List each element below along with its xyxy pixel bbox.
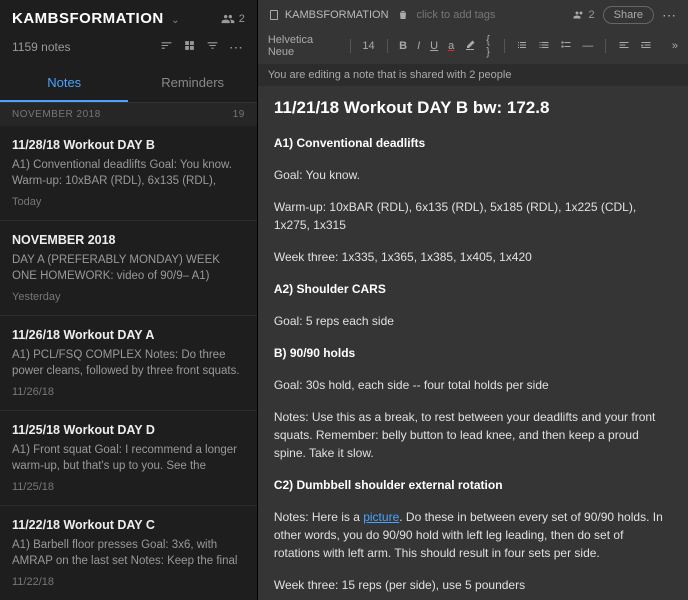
note-item-title: 11/26/18 Workout DAY A xyxy=(12,328,245,342)
expand-toolbar-icon[interactable]: » xyxy=(672,40,678,52)
hr-button[interactable]: — xyxy=(582,40,593,52)
body-text: Notes: Use this as a break, to rest betw… xyxy=(274,408,672,462)
editor-header: KAMBSFORMATION click to add tags 2 Share… xyxy=(258,0,688,30)
shared-users-indicator[interactable]: 2 xyxy=(221,12,245,26)
section-header: NOVEMBER 2018 19 xyxy=(0,103,257,126)
view-mode-icon[interactable] xyxy=(183,39,196,55)
note-item-date: 11/26/18 xyxy=(12,386,245,398)
body-text: Week three: 1x335, 1x365, 1x385, 1x405, … xyxy=(274,248,672,266)
sidebar-tabs: Notes Reminders xyxy=(0,65,257,103)
list-toolbar: ⋯ xyxy=(160,39,245,55)
note-count: 1159 notes xyxy=(12,40,71,54)
note-item-date: Today xyxy=(12,196,245,208)
notebook-icon xyxy=(268,9,280,21)
body-text: Notes: Here is a picture. Do these in be… xyxy=(274,508,672,562)
note-item-preview: DAY A (PREFERABLY MONDAY) WEEK ONE HOMEW… xyxy=(12,252,245,284)
body-text: Goal: You know. xyxy=(274,166,672,184)
notebook-name: KAMBSFORMATION xyxy=(285,9,389,21)
trash-icon[interactable] xyxy=(397,9,409,21)
note-count-row: 1159 notes ⋯ xyxy=(0,35,257,65)
font-size-select[interactable]: 14 xyxy=(362,40,374,52)
note-item[interactable]: 11/25/18 Workout DAY D A1) Front squat G… xyxy=(0,411,257,506)
underline-button[interactable]: U xyxy=(430,40,438,52)
note-item[interactable]: 11/26/18 Workout DAY A A1) PCL/FSQ COMPL… xyxy=(0,316,257,411)
color-button[interactable]: a xyxy=(448,40,454,52)
note-title[interactable]: 11/21/18 Workout DAY B bw: 172.8 xyxy=(274,98,672,118)
note-item-date: 11/25/18 xyxy=(12,481,245,493)
note-item-date: Yesterday xyxy=(12,291,245,303)
share-notice: You are editing a note that is shared wi… xyxy=(258,64,688,86)
body-heading: A2) Shoulder CARS xyxy=(274,282,386,296)
chevron-down-icon: ⌄ xyxy=(171,15,179,26)
body-text: Week three: 15 reps (per side), use 5 po… xyxy=(274,576,672,594)
editor-shared-indicator[interactable]: 2 xyxy=(573,9,595,21)
sort-icon[interactable] xyxy=(160,39,173,55)
align-button[interactable] xyxy=(618,39,630,54)
notebook-selector[interactable]: KAMBSFORMATION ⌄ xyxy=(12,10,179,27)
people-icon xyxy=(573,9,585,21)
note-item-title: 11/28/18 Workout DAY B xyxy=(12,138,245,152)
notebook-chip[interactable]: KAMBSFORMATION xyxy=(268,9,389,21)
note-item-date: 11/22/18 xyxy=(12,576,245,588)
share-button[interactable]: Share xyxy=(603,6,654,24)
note-item-title: NOVEMBER 2018 xyxy=(12,233,245,247)
tab-reminders[interactable]: Reminders xyxy=(128,65,256,102)
editor-more-icon[interactable]: ⋯ xyxy=(662,11,678,19)
sidebar-header: KAMBSFORMATION ⌄ 2 xyxy=(0,0,257,35)
code-block-button[interactable]: { } xyxy=(486,34,492,58)
shared-count: 2 xyxy=(239,13,245,25)
note-item-preview: A1) Conventional deadlifts Goal: You kno… xyxy=(12,157,245,189)
tags-input[interactable]: click to add tags xyxy=(417,9,496,21)
body-heading: B) 90/90 holds xyxy=(274,346,355,360)
note-list-sidebar: KAMBSFORMATION ⌄ 2 1159 notes ⋯ Notes Re… xyxy=(0,0,258,600)
note-item-preview: A1) Barbell floor presses Goal: 3x6, wit… xyxy=(12,537,245,569)
tab-notes[interactable]: Notes xyxy=(0,65,128,102)
body-heading: A1) Conventional deadlifts xyxy=(274,136,425,150)
body-text: Goal: 5 reps each side xyxy=(274,312,672,330)
note-body[interactable]: 11/21/18 Workout DAY B bw: 172.8 A1) Con… xyxy=(258,86,688,600)
filter-icon[interactable] xyxy=(206,39,219,55)
section-label: NOVEMBER 2018 xyxy=(12,109,101,120)
note-item[interactable]: 11/22/18 Workout DAY C A1) Barbell floor… xyxy=(0,506,257,600)
italic-button[interactable]: I xyxy=(417,40,420,52)
notebook-title: KAMBSFORMATION xyxy=(12,10,164,27)
more-options-icon[interactable]: ⋯ xyxy=(229,43,245,51)
numbered-list-button[interactable] xyxy=(538,39,550,54)
picture-link[interactable]: picture xyxy=(363,510,399,524)
note-item-preview: A1) PCL/FSQ COMPLEX Notes: Do three powe… xyxy=(12,347,245,379)
body-text: Warm-up: 10xBAR (RDL), 6x135 (RDL), 5x18… xyxy=(274,198,672,234)
note-item-preview: A1) Front squat Goal: I recommend a long… xyxy=(12,442,245,474)
note-item[interactable]: 11/28/18 Workout DAY B A1) Conventional … xyxy=(0,126,257,221)
note-editor: KAMBSFORMATION click to add tags 2 Share… xyxy=(258,0,688,600)
bullet-list-button[interactable] xyxy=(516,39,528,54)
highlight-button[interactable] xyxy=(464,39,476,54)
checklist-button[interactable] xyxy=(560,39,572,54)
notes-list[interactable]: 11/28/18 Workout DAY B A1) Conventional … xyxy=(0,126,257,600)
bold-button[interactable]: B xyxy=(399,40,407,52)
indent-button[interactable] xyxy=(640,39,652,54)
note-item-title: 11/22/18 Workout DAY C xyxy=(12,518,245,532)
editor-shared-count: 2 xyxy=(589,9,595,21)
body-heading: C2) Dumbbell shoulder external rotation xyxy=(274,478,503,492)
font-family-select[interactable]: Helvetica Neue xyxy=(268,34,338,58)
body-text: Goal: 30s hold, each side -- four total … xyxy=(274,376,672,394)
format-toolbar: Helvetica Neue 14 B I U a { } — » xyxy=(258,30,688,64)
section-count: 19 xyxy=(233,109,245,120)
note-item[interactable]: NOVEMBER 2018 DAY A (PREFERABLY MONDAY) … xyxy=(0,221,257,316)
people-icon xyxy=(221,12,235,26)
note-item-title: 11/25/18 Workout DAY D xyxy=(12,423,245,437)
